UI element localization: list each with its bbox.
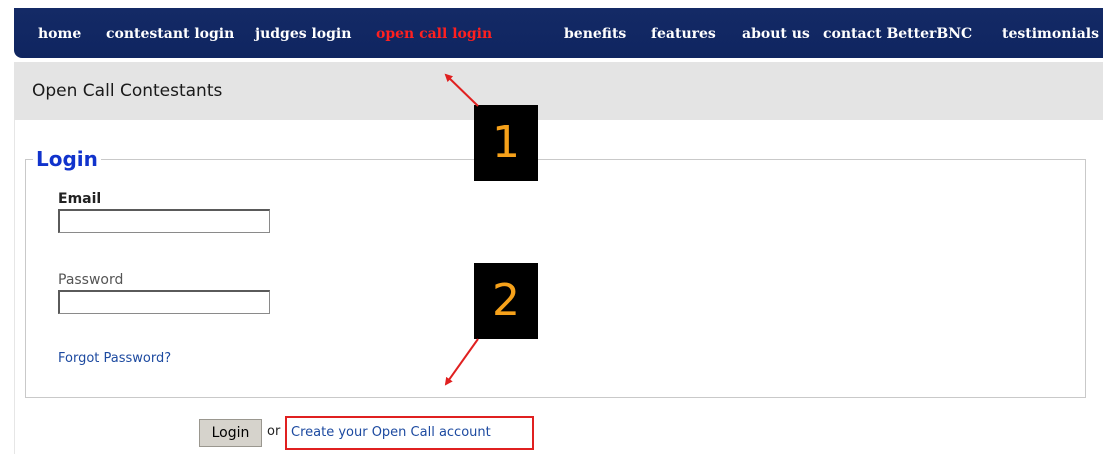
nav-item-open-call-login[interactable]: open call login xyxy=(376,25,492,43)
email-label: Email xyxy=(58,191,102,207)
password-field[interactable] xyxy=(58,290,270,314)
login-fieldset xyxy=(25,159,1086,398)
nav-item-contact[interactable]: contact BetterBNC xyxy=(823,25,972,43)
callout-box-1: 1 xyxy=(474,105,538,181)
nav-item-contestant-login[interactable]: contestant login xyxy=(106,25,234,43)
login-legend: Login xyxy=(33,147,101,171)
nav-item-judges-login[interactable]: judges login xyxy=(255,25,351,43)
forgot-password-link[interactable]: Forgot Password? xyxy=(58,351,171,367)
nav-item-home[interactable]: home xyxy=(38,25,81,43)
page: home contestant login judges login open … xyxy=(0,0,1103,454)
email-field[interactable] xyxy=(58,209,270,233)
nav-item-benefits[interactable]: benefits xyxy=(564,25,626,43)
page-header: Open Call Contestants xyxy=(14,62,1103,120)
top-nav-bar: home contestant login judges login open … xyxy=(14,8,1103,58)
page-title: Open Call Contestants xyxy=(32,81,223,101)
login-button[interactable]: Login xyxy=(199,419,262,447)
content-left-rule xyxy=(14,120,15,454)
callout-box-2: 2 xyxy=(474,263,538,339)
nav-item-about-us[interactable]: about us xyxy=(742,25,810,43)
nav-item-features[interactable]: features xyxy=(651,25,716,43)
create-account-link[interactable]: Create your Open Call account xyxy=(285,416,534,450)
or-text: or xyxy=(267,424,281,439)
nav-item-testimonials[interactable]: testimonials xyxy=(1002,25,1099,43)
password-label: Password xyxy=(58,272,124,288)
